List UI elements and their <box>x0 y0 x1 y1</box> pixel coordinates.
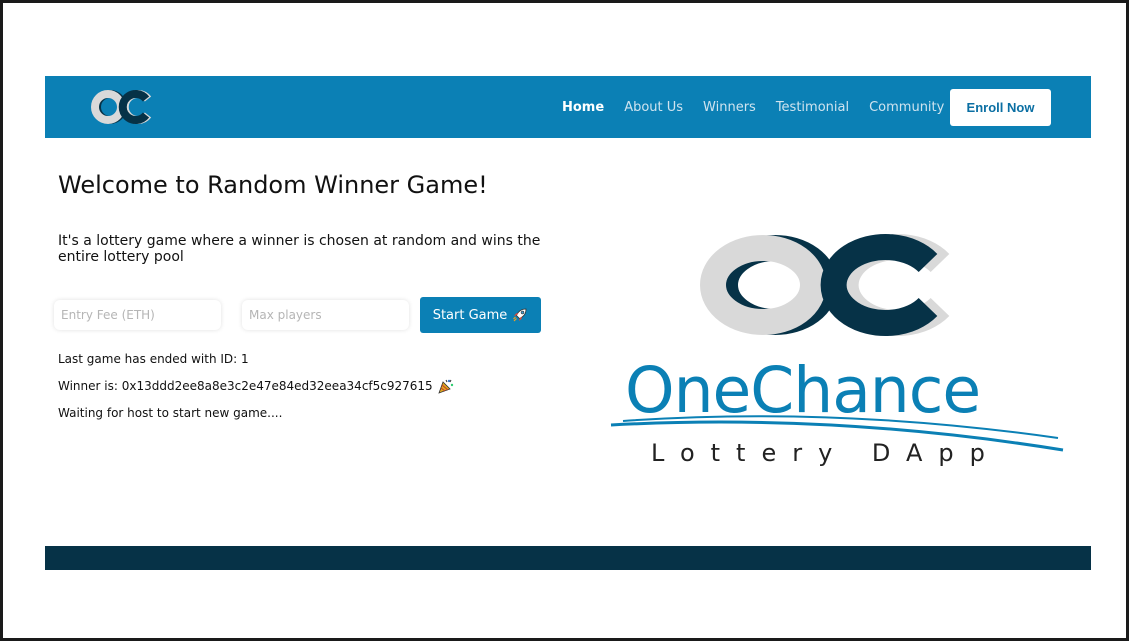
nav-link-about-us[interactable]: About Us <box>624 100 683 115</box>
waiting-text: Waiting for host to start new game.... <box>58 406 283 420</box>
last-game-status: Last game has ended with ID: 1 <box>58 352 249 366</box>
enroll-now-button[interactable]: Enroll Now <box>950 89 1051 126</box>
waiting-status: Waiting for host to start new game.... <box>58 406 282 420</box>
nav-link-testimonial[interactable]: Testimonial <box>776 100 849 115</box>
nav-link-winners[interactable]: Winners <box>703 100 756 115</box>
winner-status: Winner is: 0x13ddd2ee8a8e3c2e47e84ed32ee… <box>58 378 455 394</box>
start-game-button[interactable]: Start Game <box>420 297 541 333</box>
nav-links: Home About Us Winners Testimonial Commun… <box>562 76 964 138</box>
nav-link-community[interactable]: Community <box>869 100 944 115</box>
page-frame: Home About Us Winners Testimonial Commun… <box>0 0 1129 641</box>
navbar: Home About Us Winners Testimonial Commun… <box>45 76 1091 138</box>
rocket-icon <box>513 308 527 322</box>
last-game-text: Last game has ended with ID: 1 <box>58 352 249 366</box>
party-popper-icon <box>438 379 453 394</box>
nav-link-home[interactable]: Home <box>562 100 604 115</box>
hero-description: It's a lottery game where a winner is ch… <box>58 233 541 265</box>
winner-text: Winner is: 0x13ddd2ee8a8e3c2e47e84ed32ee… <box>58 379 433 393</box>
page-title: Welcome to Random Winner Game! <box>58 171 488 199</box>
brand-tagline: Lottery DApp <box>651 439 1001 467</box>
max-players-input[interactable] <box>242 300 409 330</box>
brand-name: OneChance <box>625 354 981 427</box>
entry-fee-input[interactable] <box>54 300 221 330</box>
footer-bar <box>45 546 1091 570</box>
start-game-label: Start Game <box>432 307 508 323</box>
oc-logo[interactable] <box>91 89 161 125</box>
